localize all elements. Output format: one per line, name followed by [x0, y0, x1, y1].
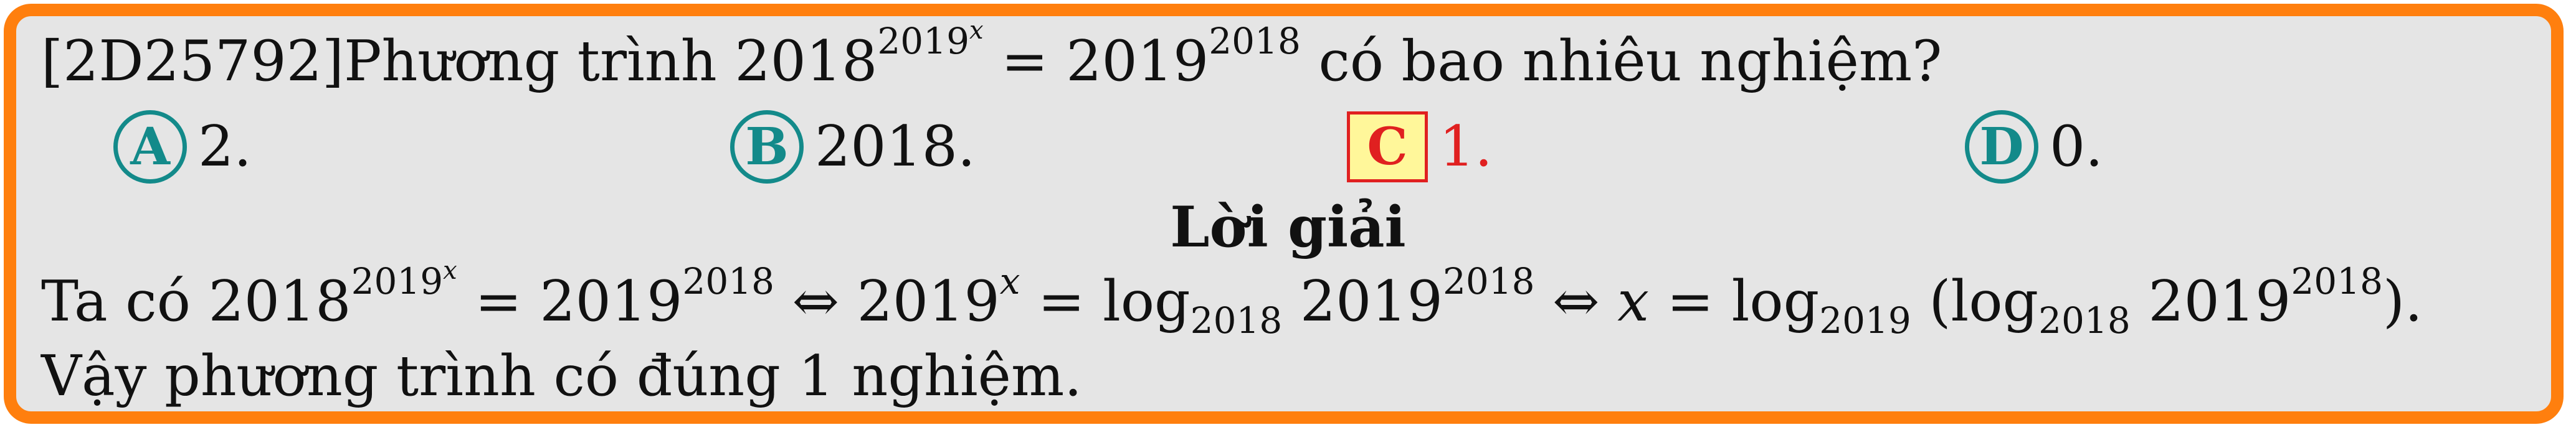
term-a: 2018: [208, 269, 351, 334]
equals-3: =: [1648, 269, 1732, 334]
question-text-before: Phương trình: [343, 29, 735, 94]
term-a-exponent: 2019x: [351, 258, 457, 302]
option-a[interactable]: A 2.: [113, 110, 252, 184]
solution-line-1: Ta có 20182019x = 20192018 ⇔ 2019x = log…: [41, 258, 2423, 339]
option-b-text: 2018.: [815, 114, 976, 180]
solution-lead: Ta có: [41, 269, 209, 334]
term-e-exponent: 2018: [2291, 260, 2383, 302]
solution-heading: Lời giải: [1170, 194, 1406, 260]
term-c-exponent: x: [999, 260, 1020, 302]
option-b[interactable]: B 2018.: [730, 110, 976, 184]
paren-open: (: [1911, 269, 1951, 334]
option-b-marker: B: [730, 110, 804, 184]
option-a-marker: A: [113, 110, 187, 184]
question-line: [2D25792]Phương trình 20182019x = 201920…: [41, 18, 1942, 90]
log-3-base: 2018: [2038, 299, 2131, 342]
equals-1: =: [457, 269, 540, 334]
rhs-exponent: 2018: [1209, 19, 1301, 62]
term-a-exp-exp: x: [443, 256, 457, 285]
option-a-text: 2.: [198, 114, 252, 180]
solution-line-2: Vậy phương trình có đúng 1 nghiệm.: [41, 344, 1082, 409]
option-c-marker: C: [1347, 111, 1428, 182]
term-c: 2019: [857, 269, 1000, 334]
equals-2: =: [1020, 269, 1103, 334]
log-2-base: 2019: [1819, 299, 1911, 342]
option-c-text: 1.: [1439, 114, 1493, 180]
term-b: 2019: [539, 269, 683, 334]
option-d-text: 0.: [2050, 114, 2103, 180]
log-1-base: 2018: [1190, 299, 1283, 342]
log-1: log: [1103, 269, 1191, 334]
term-d: 2019: [1282, 269, 1443, 334]
log-2: log: [1731, 269, 1820, 334]
iff-1: ⇔: [774, 269, 857, 334]
option-d[interactable]: D 0.: [1965, 110, 2103, 184]
question-id: [2D25792]: [41, 29, 344, 94]
option-c[interactable]: C 1.: [1347, 110, 1493, 182]
lhs-exp-base: 2019: [877, 19, 969, 62]
lhs-base: 2018: [734, 29, 878, 94]
term-b-exponent: 2018: [682, 260, 775, 302]
option-d-marker: D: [1965, 110, 2038, 184]
iff-2: ⇔: [1534, 269, 1618, 334]
lhs-exponent: 2019x: [877, 18, 983, 62]
term-a-exp-base: 2019: [351, 260, 444, 302]
term-d-exponent: 2018: [1442, 260, 1535, 302]
lhs-exp-exp: x: [969, 16, 984, 45]
equals-sign: =: [983, 29, 1067, 94]
question-text-after: có bao nhiêu nghiệm?: [1300, 29, 1942, 94]
rhs-base: 2019: [1066, 29, 1209, 94]
term-e: 2019: [2130, 269, 2291, 334]
log-3: log: [1951, 269, 2039, 334]
variable-x: x: [1617, 269, 1649, 334]
paren-close: ).: [2383, 269, 2423, 334]
